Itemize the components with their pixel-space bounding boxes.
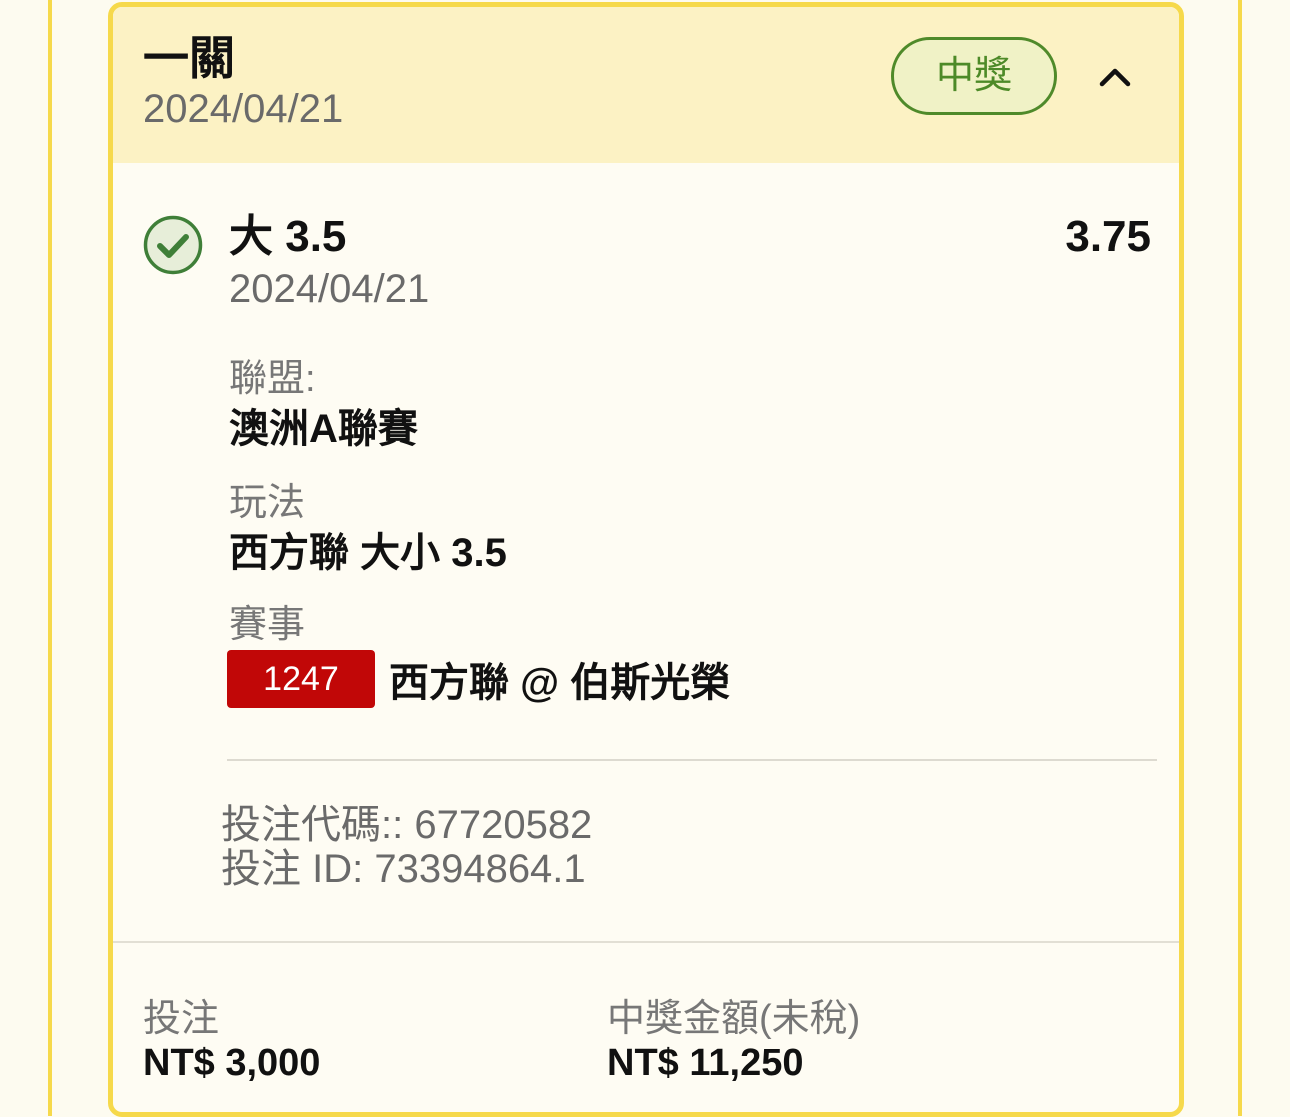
bet-ticket-card: 一關 2024/04/21 中獎 大 3.5 3.75 2024/04/21 聯…: [108, 2, 1184, 1117]
ticket-type-title: 一關: [143, 32, 235, 84]
event-label: 賽事: [229, 604, 306, 646]
ticket-header[interactable]: 一關 2024/04/21 中獎: [113, 7, 1179, 163]
section-divider: [227, 759, 1157, 761]
league-label: 聯盟:: [229, 358, 316, 400]
selection-date: 2024/04/21: [229, 267, 430, 311]
collapse-toggle-button[interactable]: [1093, 57, 1137, 97]
chevron-up-icon: [1099, 68, 1131, 87]
footer-divider: [113, 941, 1179, 943]
league-value: 澳洲A聯賽: [229, 407, 418, 451]
page-edge-right: [1238, 0, 1242, 1116]
payout-amount: NT$ 11,250: [607, 1042, 804, 1084]
selection-odds: 3.75: [1065, 212, 1151, 261]
event-number-badge: 1247: [227, 650, 375, 708]
bet-id: 投注 ID: 73394864.1: [221, 847, 586, 891]
page-edge-left: [48, 0, 52, 1116]
status-badge: 中獎: [891, 37, 1057, 115]
payout-label: 中獎金額(未稅): [607, 998, 861, 1040]
stake-amount: NT$ 3,000: [143, 1042, 321, 1084]
market-label: 玩法: [229, 482, 306, 524]
bet-code: 投注代碼:: 67720582: [221, 803, 593, 847]
stake-label: 投注: [143, 998, 220, 1040]
market-value: 西方聯 大小 3.5: [229, 531, 507, 575]
event-name: 西方聯 @ 伯斯光榮: [389, 661, 731, 705]
check-circle-icon: [143, 215, 203, 275]
ticket-date: 2024/04/21: [143, 87, 344, 131]
selection-name: 大 3.5: [229, 212, 347, 261]
